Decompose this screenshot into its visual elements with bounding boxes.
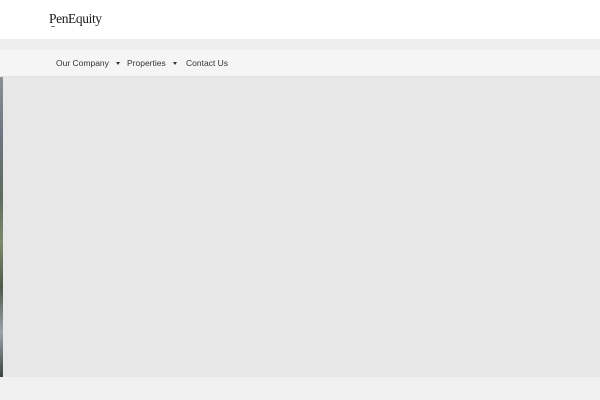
nav-item-label: Contact Us <box>186 58 229 68</box>
chevron-down-icon <box>172 61 177 65</box>
footer-strip <box>0 377 600 400</box>
nav-item-label: Properties <box>127 58 166 68</box>
nav-item-label: Our Company <box>56 58 109 68</box>
hero-image-edge <box>0 77 3 377</box>
hero-image-area <box>0 77 600 377</box>
nav-item-our-company[interactable]: Our Company <box>56 50 120 76</box>
main-navigation: Our Company Properties Contact Us <box>0 50 600 77</box>
header-divider-band <box>0 39 600 50</box>
logo-tagline-mark <box>51 26 55 27</box>
nav-item-properties[interactable]: Properties <box>127 50 177 76</box>
site-logo[interactable]: PenEquity <box>49 11 102 27</box>
chevron-down-icon <box>115 61 120 65</box>
site-header: PenEquity <box>0 0 600 39</box>
nav-item-contact-us[interactable]: Contact Us <box>186 50 228 76</box>
